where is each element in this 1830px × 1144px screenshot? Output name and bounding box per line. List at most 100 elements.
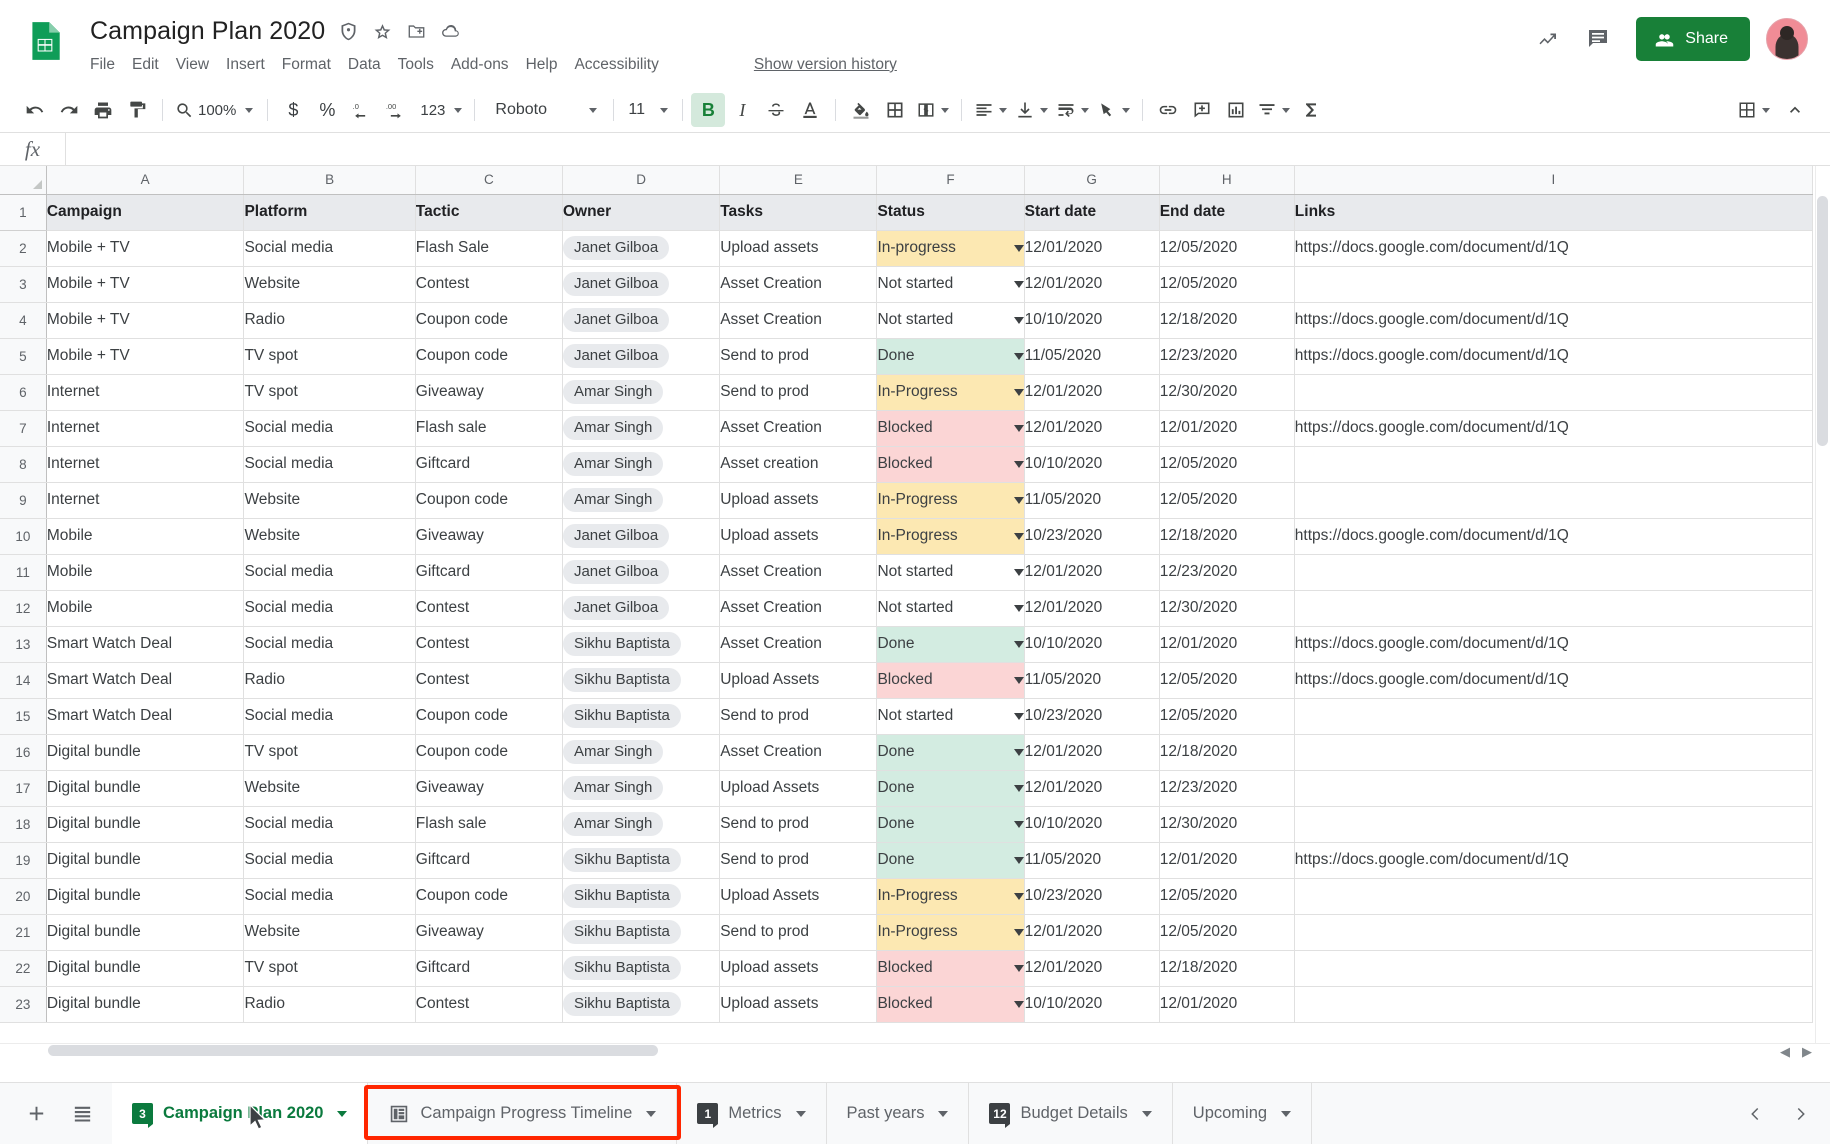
- vertical-scrollbar[interactable]: [1815, 166, 1830, 1058]
- cell-task[interactable]: Send to prod: [719, 698, 878, 735]
- cell-status[interactable]: Not started: [876, 590, 1025, 627]
- menu-item-tools[interactable]: Tools: [398, 54, 445, 76]
- row-header-8[interactable]: 8: [0, 446, 47, 483]
- cell-task[interactable]: Upload Assets: [719, 878, 878, 915]
- chevron-left-icon[interactable]: [1736, 1094, 1776, 1134]
- cell-owner[interactable]: Sikhu Baptista: [562, 878, 721, 915]
- cell-campaign[interactable]: Mobile + TV: [46, 230, 245, 267]
- cell-task[interactable]: Asset Creation: [719, 734, 878, 771]
- zoom-control[interactable]: 100%: [171, 93, 259, 127]
- cell-end-date[interactable]: 12/01/2020: [1159, 410, 1295, 447]
- sheet-tab-campaign-plan-2020[interactable]: 3 Campaign Plan 2020: [112, 1083, 369, 1144]
- vertical-align-icon[interactable]: [1011, 93, 1052, 127]
- row-header-12[interactable]: 12: [0, 590, 47, 627]
- cell-owner[interactable]: Janet Gilboa: [562, 266, 721, 303]
- link-icon[interactable]: [1151, 93, 1185, 127]
- cell-task[interactable]: Asset Creation: [719, 554, 878, 591]
- cell-task[interactable]: Send to prod: [719, 374, 878, 411]
- cell-status[interactable]: Blocked: [876, 410, 1025, 447]
- row-header-11[interactable]: 11: [0, 554, 47, 591]
- insert-comment-icon[interactable]: [1185, 93, 1219, 127]
- chevron-down-icon[interactable]: [1281, 1110, 1292, 1117]
- row-header-18[interactable]: 18: [0, 806, 47, 843]
- cell-start-date[interactable]: 12/01/2020: [1024, 230, 1160, 267]
- cell-tactic[interactable]: Giftcard: [415, 446, 563, 483]
- cell-link[interactable]: https://docs.google.com/document/d/1Q: [1294, 842, 1814, 879]
- column-title-6[interactable]: Start date: [1024, 194, 1160, 231]
- chevron-down-icon[interactable]: [938, 1110, 949, 1117]
- cell-start-date[interactable]: 10/10/2020: [1024, 806, 1160, 843]
- status-dropdown-icon[interactable]: [1013, 856, 1024, 864]
- cell-tactic[interactable]: Contest: [415, 662, 563, 699]
- cell-owner[interactable]: Sikhu Baptista: [562, 662, 721, 699]
- cell-status[interactable]: In-Progress: [876, 482, 1025, 519]
- cell-tactic[interactable]: Giveaway: [415, 518, 563, 555]
- cell-tactic[interactable]: Giveaway: [415, 374, 563, 411]
- cell-link[interactable]: [1294, 446, 1814, 483]
- cell-platform[interactable]: Social media: [243, 626, 416, 663]
- cell-start-date[interactable]: 10/10/2020: [1024, 626, 1160, 663]
- row-header-7[interactable]: 7: [0, 410, 47, 447]
- cell-start-date[interactable]: 11/05/2020: [1024, 338, 1160, 375]
- cell-status[interactable]: Done: [876, 734, 1025, 771]
- column-header-f[interactable]: F: [876, 166, 1025, 195]
- cell-end-date[interactable]: 12/01/2020: [1159, 986, 1295, 1023]
- column-title-5[interactable]: Status: [876, 194, 1025, 231]
- menu-item-edit[interactable]: Edit: [132, 54, 170, 76]
- row-header-20[interactable]: 20: [0, 878, 47, 915]
- cell-end-date[interactable]: 12/18/2020: [1159, 734, 1295, 771]
- column-title-7[interactable]: End date: [1159, 194, 1295, 231]
- avatar[interactable]: [1766, 18, 1808, 60]
- cell-status[interactable]: Not started: [876, 302, 1025, 339]
- formula-input[interactable]: [66, 133, 1830, 165]
- more-formats-button[interactable]: 123: [412, 93, 466, 127]
- row-header-5[interactable]: 5: [0, 338, 47, 375]
- status-dropdown-icon[interactable]: [1013, 928, 1024, 936]
- sheet-tab-budget-details[interactable]: 12 Budget Details: [969, 1083, 1173, 1144]
- cell-task[interactable]: Asset Creation: [719, 626, 878, 663]
- status-dropdown-icon[interactable]: [1013, 496, 1024, 504]
- cell-task[interactable]: Asset Creation: [719, 302, 878, 339]
- cell-start-date[interactable]: 12/01/2020: [1024, 374, 1160, 411]
- cell-link[interactable]: https://docs.google.com/document/d/1Q: [1294, 338, 1814, 375]
- cell-link[interactable]: [1294, 590, 1814, 627]
- cloud-saved-icon[interactable]: [440, 21, 461, 42]
- cell-tactic[interactable]: Giveaway: [415, 770, 563, 807]
- cell-link[interactable]: https://docs.google.com/document/d/1Q: [1294, 302, 1814, 339]
- cell-owner[interactable]: Amar Singh: [562, 374, 721, 411]
- cell-campaign[interactable]: Internet: [46, 410, 245, 447]
- cell-task[interactable]: Send to prod: [719, 338, 878, 375]
- cell-link[interactable]: [1294, 986, 1814, 1023]
- status-dropdown-icon[interactable]: [1013, 712, 1024, 720]
- cell-platform[interactable]: Website: [243, 770, 416, 807]
- cell-status[interactable]: Blocked: [876, 662, 1025, 699]
- cell-campaign[interactable]: Mobile: [46, 590, 245, 627]
- cell-tactic[interactable]: Giftcard: [415, 950, 563, 987]
- cell-start-date[interactable]: 12/01/2020: [1024, 554, 1160, 591]
- italic-button[interactable]: I: [725, 93, 759, 127]
- cell-status[interactable]: Not started: [876, 698, 1025, 735]
- cell-platform[interactable]: Social media: [243, 698, 416, 735]
- cell-platform[interactable]: Social media: [243, 806, 416, 843]
- status-dropdown-icon[interactable]: [1013, 1000, 1024, 1008]
- cell-owner[interactable]: Amar Singh: [562, 446, 721, 483]
- cell-campaign[interactable]: Digital bundle: [46, 950, 245, 987]
- move-to-folder-icon[interactable]: [406, 21, 427, 42]
- cell-platform[interactable]: TV spot: [243, 950, 416, 987]
- cell-campaign[interactable]: Digital bundle: [46, 878, 245, 915]
- horizontal-scroll-thumb[interactable]: [48, 1045, 658, 1056]
- cell-start-date[interactable]: 10/23/2020: [1024, 698, 1160, 735]
- status-dropdown-icon[interactable]: [1013, 352, 1024, 360]
- status-dropdown-icon[interactable]: [1013, 460, 1024, 468]
- decrease-decimal-button[interactable]: .0: [344, 93, 378, 127]
- cell-end-date[interactable]: 12/18/2020: [1159, 950, 1295, 987]
- cell-campaign[interactable]: Digital bundle: [46, 842, 245, 879]
- cell-start-date[interactable]: 12/01/2020: [1024, 410, 1160, 447]
- status-dropdown-icon[interactable]: [1013, 424, 1024, 432]
- row-header-15[interactable]: 15: [0, 698, 47, 735]
- cell-task[interactable]: Upload assets: [719, 950, 878, 987]
- cell-link[interactable]: [1294, 950, 1814, 987]
- cell-status[interactable]: In-Progress: [876, 878, 1025, 915]
- cell-status[interactable]: Blocked: [876, 950, 1025, 987]
- status-dropdown-icon[interactable]: [1013, 604, 1024, 612]
